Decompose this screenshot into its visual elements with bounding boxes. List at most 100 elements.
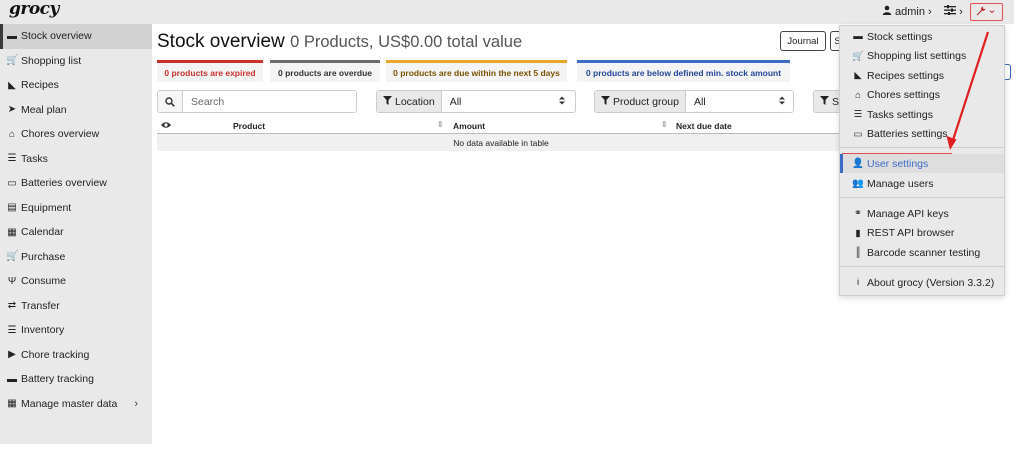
- user-name: admin: [895, 5, 925, 18]
- sidebar-item-label: Batteries overview: [21, 177, 107, 190]
- play-icon: ▶: [8, 349, 16, 361]
- sidebar-item-meal-plan[interactable]: ➤ Meal plan: [0, 98, 152, 123]
- sidebar-item-stock-overview[interactable]: ▬ Stock overview: [0, 24, 152, 49]
- sidebar-item-label: Purchase: [21, 250, 66, 263]
- below-min-stock-badge[interactable]: 0 products are below defined min. stock …: [577, 60, 790, 82]
- product-group-select[interactable]: All: [686, 91, 792, 112]
- cart-icon: 🛒: [6, 55, 19, 67]
- search-field: [157, 90, 357, 113]
- toolbox-icon: ▤: [7, 202, 17, 214]
- sidebar-item-purchase[interactable]: 🛒 Purchase: [0, 245, 152, 270]
- sidebar-item-label: Battery tracking: [21, 373, 94, 386]
- filter-icon: [601, 95, 610, 108]
- eye-icon[interactable]: [161, 121, 171, 131]
- table-header: Product ⇕ Amount ⇕ Next due date: [157, 119, 845, 134]
- column-header-product[interactable]: Product: [233, 121, 265, 131]
- settings-dropdown-menu: ▬ Stock settings 🛒 Shopping list settings ◣ R…: [839, 25, 1005, 296]
- book-icon: ▮: [855, 227, 861, 239]
- partial-button[interactable]: [1004, 64, 1011, 80]
- menu-item-recipes-settings[interactable]: ◣ Recipes settings: [840, 66, 1004, 85]
- column-header-next-due-date[interactable]: Next due date: [676, 121, 732, 131]
- sidebar-item-transfer[interactable]: ⇄ Transfer: [0, 294, 152, 319]
- location-select[interactable]: All: [442, 91, 572, 112]
- location-select-value: All: [449, 95, 462, 108]
- filter-icon: [820, 95, 829, 108]
- settings-wrench-button[interactable]: ⌄: [970, 3, 1003, 21]
- list-icon: ☰: [7, 324, 17, 336]
- sidebar-item-chore-tracking[interactable]: ▶ Chore tracking: [0, 343, 152, 368]
- journal-button[interactable]: Journal: [780, 31, 826, 51]
- menu-item-label: Barcode scanner testing: [867, 246, 981, 259]
- sidebar-item-tasks[interactable]: ☰ Tasks: [0, 147, 152, 172]
- battery-icon: ▭: [853, 128, 863, 140]
- menu-item-barcode-scanner-testing[interactable]: ║ Barcode scanner testing: [840, 243, 1004, 262]
- stock-table: Product ⇕ Amount ⇕ Next due date No data…: [157, 119, 845, 151]
- sidebar-item-recipes[interactable]: ◣ Recipes: [0, 73, 152, 98]
- menu-item-manage-users[interactable]: 👥 Manage users: [840, 174, 1004, 193]
- wrench-icon: [976, 6, 986, 19]
- menu-item-label: REST API browser: [867, 227, 955, 239]
- menu-item-shopping-list-settings[interactable]: 🛒 Shopping list settings: [840, 47, 1004, 66]
- due-soon-badge[interactable]: 0 products are due within the next 5 day…: [386, 60, 567, 82]
- sidebar-item-label: Transfer: [21, 299, 60, 312]
- sidebar-item-label: Calendar: [21, 226, 64, 239]
- sidebar-item-label: Tasks: [21, 152, 48, 165]
- search-input[interactable]: [183, 91, 356, 112]
- sidebar-item-battery-tracking[interactable]: ▬ Battery tracking: [0, 367, 152, 392]
- grocy-logo[interactable]: grocy: [9, 0, 59, 19]
- product-group-label-text: Product group: [613, 95, 679, 108]
- menu-item-user-settings[interactable]: 👤 User settings: [840, 154, 1004, 173]
- sidebar-item-batteries-overview[interactable]: ▭ Batteries overview: [0, 171, 152, 196]
- app-window: grocy admin › › ⌄ ▬ Stock overview 🛒 Shoppi…: [0, 0, 1014, 444]
- sidebar-item-label: Meal plan: [21, 103, 67, 116]
- sidebar-item-inventory[interactable]: ☰ Inventory: [0, 318, 152, 343]
- product-group-filter-label: Product group: [595, 91, 686, 112]
- sidebar-item-manage-master-data[interactable]: ▦ Manage master data ›: [0, 392, 152, 417]
- barcode-icon: ║: [854, 247, 862, 258]
- sliders-icon: [944, 5, 959, 18]
- sidebar-item-label: Manage master data: [21, 397, 118, 410]
- info-icon: i: [856, 277, 860, 288]
- pizza-icon: ◣: [854, 70, 862, 81]
- menu-item-label: Batteries settings: [867, 128, 948, 140]
- sidebar-item-consume[interactable]: Ψ Consume: [0, 269, 152, 294]
- menu-item-label: Chores settings: [867, 89, 940, 101]
- view-settings-menu[interactable]: ›: [944, 5, 963, 18]
- sidebar-item-label: Chore tracking: [21, 348, 90, 361]
- menu-item-label: Recipes settings: [867, 69, 945, 82]
- table-icon: ▦: [7, 398, 17, 410]
- filter-icon: [383, 95, 392, 108]
- select-arrows-icon: [778, 96, 785, 108]
- sidebar-item-chores-overview[interactable]: ⌂ Chores overview: [0, 122, 152, 147]
- sidebar-item-shopping-list[interactable]: 🛒 Shopping list: [0, 49, 152, 74]
- menu-item-chores-settings[interactable]: ⌂ Chores settings: [840, 86, 1004, 105]
- chevron-right-icon: ›: [927, 5, 932, 18]
- menu-item-rest-api-browser[interactable]: ▮ REST API browser: [840, 224, 1004, 243]
- chevron-right-icon: ›: [959, 6, 963, 18]
- page-title: Stock overview 0 Products, US$0.00 total…: [157, 31, 522, 53]
- menu-item-batteries-settings[interactable]: ▭ Batteries settings: [840, 125, 1004, 144]
- menu-item-label: Shopping list settings: [867, 50, 967, 62]
- table-empty-row: No data available in table: [157, 134, 845, 151]
- column-header-amount[interactable]: Amount: [453, 121, 485, 131]
- user-menu[interactable]: admin ›: [882, 5, 932, 18]
- menu-item-manage-api-keys[interactable]: ⚭ Manage API keys: [840, 204, 1004, 223]
- search-icon: [158, 91, 183, 112]
- select-arrows-icon: [558, 96, 565, 108]
- sidebar-item-equipment[interactable]: ▤ Equipment: [0, 196, 152, 221]
- exchange-icon: ⇄: [7, 300, 17, 312]
- box-icon: ▬: [7, 30, 17, 42]
- menu-item-stock-settings[interactable]: ▬ Stock settings: [840, 27, 1004, 46]
- overdue-badge[interactable]: 0 products are overdue: [270, 60, 380, 82]
- sort-icon[interactable]: ⇕: [437, 120, 444, 129]
- menu-item-label: Manage users: [867, 177, 934, 190]
- user-icon: [882, 5, 892, 18]
- sidebar-item-calendar[interactable]: ▦ Calendar: [0, 220, 152, 245]
- sort-icon[interactable]: ⇕: [661, 120, 668, 129]
- menu-item-label: Stock settings: [867, 30, 933, 43]
- expired-badge[interactable]: 0 products are expired: [157, 60, 263, 82]
- utensils-icon: Ψ: [7, 275, 17, 287]
- menu-item-about-grocy-version-3-3-2[interactable]: i About grocy (Version 3.3.2): [840, 273, 1004, 292]
- page-title-text: Stock overview: [157, 31, 285, 52]
- menu-item-tasks-settings[interactable]: ☰ Tasks settings: [840, 105, 1004, 124]
